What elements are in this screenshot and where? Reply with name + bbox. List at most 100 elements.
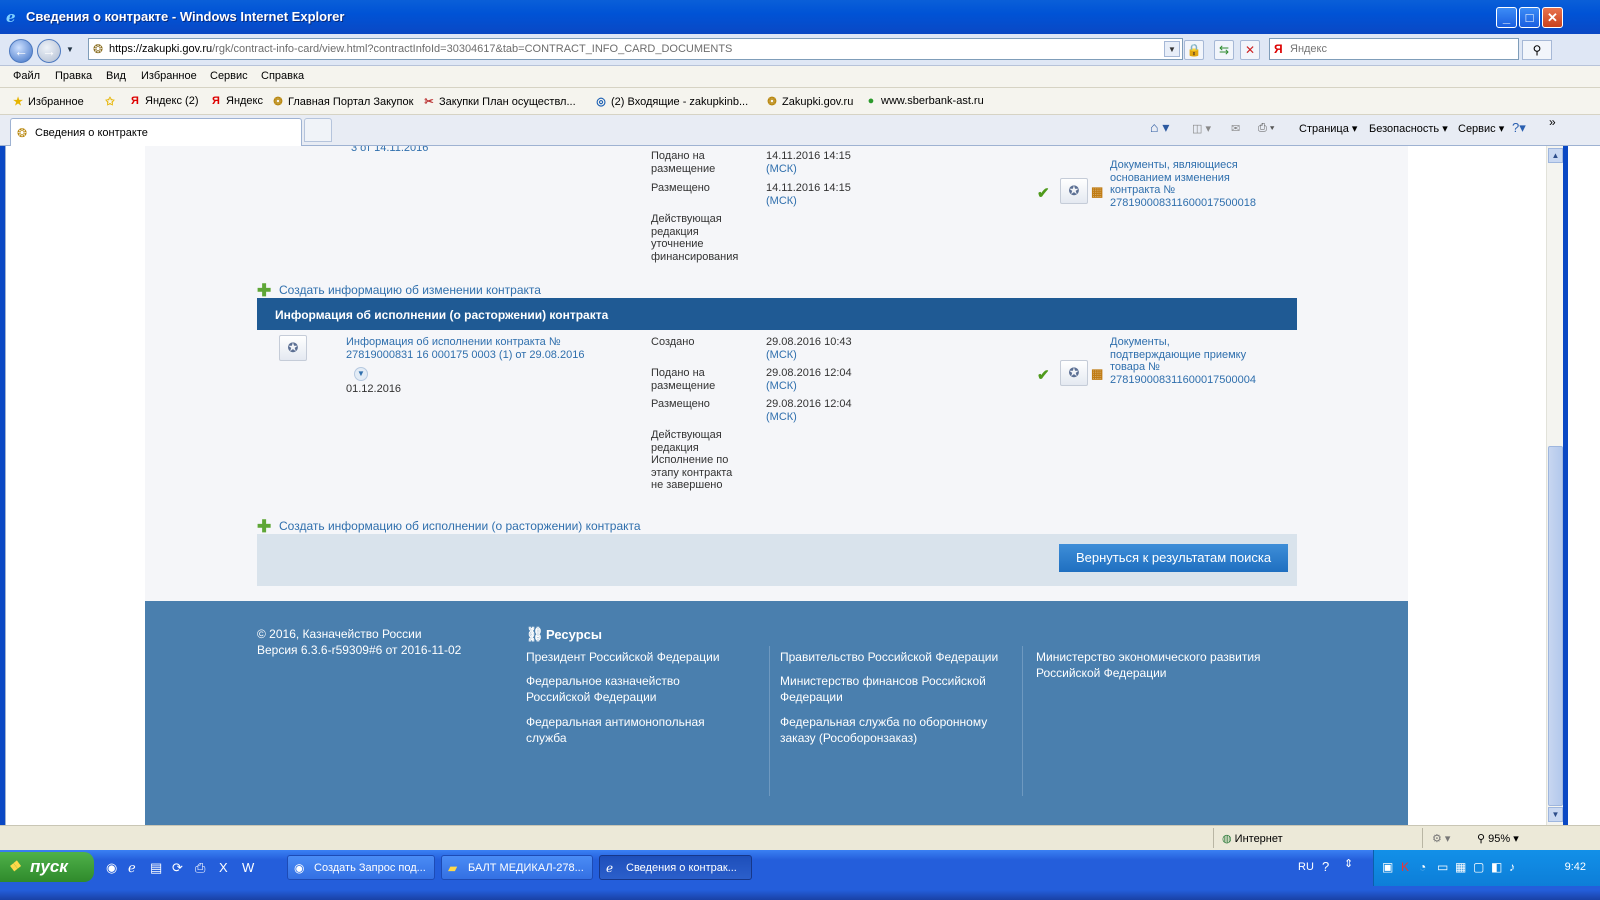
favorites-button[interactable]: ★ Избранное <box>11 95 84 108</box>
lock-icon[interactable]: 🔒 <box>1184 40 1204 60</box>
search-field[interactable]: Я <box>1269 38 1519 60</box>
url-input[interactable]: ❂ https://zakupki.gov.ru/rgk/contract-in… <box>88 38 1183 60</box>
menu-tools[interactable]: Сервис <box>210 70 248 82</box>
connection-icon[interactable]: ◧ <box>1491 860 1502 874</box>
task-contract-info[interactable]: ℯ Сведения о контрак... <box>599 855 752 880</box>
feeds-icon[interactable]: ◫ ▾ <box>1192 122 1211 135</box>
safety-menu-label: Безопасность <box>1369 123 1440 135</box>
history-dropdown-icon[interactable]: ▼ <box>66 45 74 54</box>
url-path: /rgk/contract-info-card/view.html?contra… <box>212 43 733 55</box>
help-icon[interactable]: ?▾ <box>1512 120 1526 136</box>
certificate-icon[interactable]: ✪ <box>1060 178 1088 204</box>
refresh-icon[interactable]: ⇆ <box>1214 40 1234 60</box>
scroll-down-icon[interactable]: ▼ <box>1548 807 1563 822</box>
back-to-results-button[interactable]: Вернуться к результатам поиска <box>1059 544 1288 572</box>
url-dropdown-icon[interactable]: ▼ <box>1164 41 1180 57</box>
page-menu[interactable]: Страница ▾ <box>1299 122 1357 135</box>
maximize-button[interactable]: □ <box>1519 7 1540 28</box>
signature-icon[interactable]: ▦ <box>1091 366 1103 382</box>
footer-link[interactable]: Министерство финансов Российской Федерац… <box>780 673 1005 705</box>
minimize-button[interactable]: _ <box>1496 7 1517 28</box>
menu-edit[interactable]: Правка <box>55 70 92 82</box>
execution-info-link[interactable]: Информация об исполнении контракта № 278… <box>346 336 596 361</box>
monitor-icon[interactable]: ▢ <box>1473 860 1484 874</box>
chevron-more-icon[interactable]: » <box>1549 115 1556 129</box>
dl-label: Размещено <box>651 182 710 194</box>
fav-inbox[interactable]: ◎ (2) Входящие - zakupkinb... <box>594 95 748 108</box>
help-tray-icon[interactable]: ? <box>1322 859 1329 874</box>
security-zone[interactable]: ◍ Интернет <box>1222 832 1283 845</box>
expand-chevron-icon[interactable]: ▼ <box>354 367 368 381</box>
display-icon[interactable]: ▭ <box>1437 860 1448 874</box>
close-window-button[interactable]: ✕ <box>1542 7 1563 28</box>
star-icon: ★ <box>13 96 23 108</box>
change-basis-docs-link[interactable]: Документы, являющиеся основанием изменен… <box>1110 159 1260 209</box>
create-execution-info-label: Создать информацию об исполнении (о раст… <box>279 519 641 533</box>
signature-icon[interactable]: ▦ <box>1091 184 1103 200</box>
menu-file[interactable]: Файл <box>13 70 40 82</box>
tools-menu[interactable]: Сервис ▾ <box>1458 122 1504 135</box>
fav-sberbank[interactable]: ● www.sberbank-ast.ru <box>864 95 984 107</box>
certificate-icon[interactable]: ✪ <box>279 335 307 361</box>
add-favorite-button[interactable]: ✩ <box>103 95 120 108</box>
network-icon[interactable]: ▣ <box>1382 860 1393 874</box>
vertical-scrollbar[interactable]: ▲ ▼ <box>1546 146 1563 825</box>
start-button[interactable]: ❖ пуск <box>0 852 94 882</box>
ie-icon[interactable]: ℯ <box>128 860 136 876</box>
forward-nav-button[interactable]: → <box>37 39 61 63</box>
prev-doc-link-cut[interactable]: 3 от 14.11.2016 <box>351 146 428 154</box>
fav-zakupki[interactable]: ❂ Zakupki.gov.ru <box>765 95 853 108</box>
calendar-icon[interactable]: ▦ <box>1455 860 1466 874</box>
certificate-icon[interactable]: ✪ <box>1060 360 1088 386</box>
print-icon[interactable]: ⎙ ▾ <box>1258 122 1274 135</box>
tz-label: (МСК) <box>766 348 797 361</box>
chrome-icon[interactable]: ◉ <box>106 860 117 876</box>
fav-yandex[interactable]: Я Яндекс <box>209 95 263 107</box>
emblem-icon: ❂ <box>767 96 777 108</box>
footer-link[interactable]: Федеральное казначейство Российской Феде… <box>526 673 746 705</box>
footer-link[interactable]: Федеральная антимонопольная служба <box>526 714 736 746</box>
print-queue-icon[interactable]: ⎙ <box>195 860 205 876</box>
fav-plan[interactable]: ✂ Закупки План осуществл... <box>422 95 575 108</box>
menu-help[interactable]: Справка <box>261 70 304 82</box>
zoom-icon: ⚲ <box>1477 833 1486 845</box>
antivirus-icon[interactable]: K <box>1401 860 1409 874</box>
notebook-icon[interactable]: ▤ <box>150 860 162 876</box>
home-icon[interactable]: ⌂ ▾ <box>1150 119 1169 136</box>
sberbank-icon: ● <box>867 95 875 107</box>
footer-link[interactable]: Федеральная служба по оборонному заказу … <box>780 714 1005 746</box>
version-text: Версия 6.3.6-r59309#6 от 2016-11-02 <box>257 643 462 657</box>
language-indicator[interactable]: RU <box>1298 861 1314 873</box>
acceptance-docs-link[interactable]: Документы, подтверждающие приемку товара… <box>1110 336 1260 386</box>
footer-link[interactable]: Правительство Российской Федерации <box>780 649 998 665</box>
stop-icon[interactable]: ✕ <box>1240 40 1260 60</box>
new-tab-button[interactable] <box>304 118 332 142</box>
excel-icon[interactable]: X <box>219 860 228 875</box>
task-balt-medical[interactable]: ▰ БАЛТ МЕДИКАЛ-278... <box>441 855 593 880</box>
footer-link[interactable]: Президент Российской Федерации <box>526 649 720 665</box>
back-nav-button[interactable]: ← <box>9 39 33 63</box>
safety-menu[interactable]: Безопасность ▾ <box>1369 122 1448 135</box>
fav-label: Яндекс (2) <box>145 95 199 107</box>
sound-icon[interactable]: ♪ <box>1509 860 1515 874</box>
search-input[interactable] <box>1290 41 1515 57</box>
scroll-up-icon[interactable]: ▲ <box>1548 148 1563 163</box>
update-icon[interactable]: ◔ <box>1419 860 1426 874</box>
footer-link[interactable]: Министерство экономического развития Рос… <box>1036 649 1286 681</box>
scroll-thumb[interactable] <box>1548 446 1563 806</box>
fav-yandex-2[interactable]: Я Яндекс (2) <box>128 95 199 107</box>
zoom-control[interactable]: ⚲ 95% ▾ <box>1477 832 1519 845</box>
tray-expand-icon[interactable]: ⇕ <box>1344 857 1353 870</box>
word-icon[interactable]: W <box>242 860 254 875</box>
protected-mode-icon[interactable]: ⚙ ▾ <box>1432 832 1450 845</box>
sync-icon[interactable]: ⟳ <box>172 860 183 876</box>
menu-favorites[interactable]: Избранное <box>141 70 197 82</box>
menu-view[interactable]: Вид <box>106 70 126 82</box>
fav-portal[interactable]: ❂ Главная Портал Закупок <box>271 95 413 108</box>
tab-contract-info[interactable]: ❂ Сведения о контракте <box>10 118 302 146</box>
task-create-request[interactable]: ◉ Создать Запрос под... <box>287 855 435 880</box>
search-icon[interactable]: ⚲ <box>1522 40 1552 60</box>
fav-label: Zakupki.gov.ru <box>782 96 854 108</box>
mail-icon[interactable]: ✉ <box>1231 122 1240 135</box>
prev-doc-cut[interactable]: 278190008311600017500017 <box>1110 146 1260 149</box>
